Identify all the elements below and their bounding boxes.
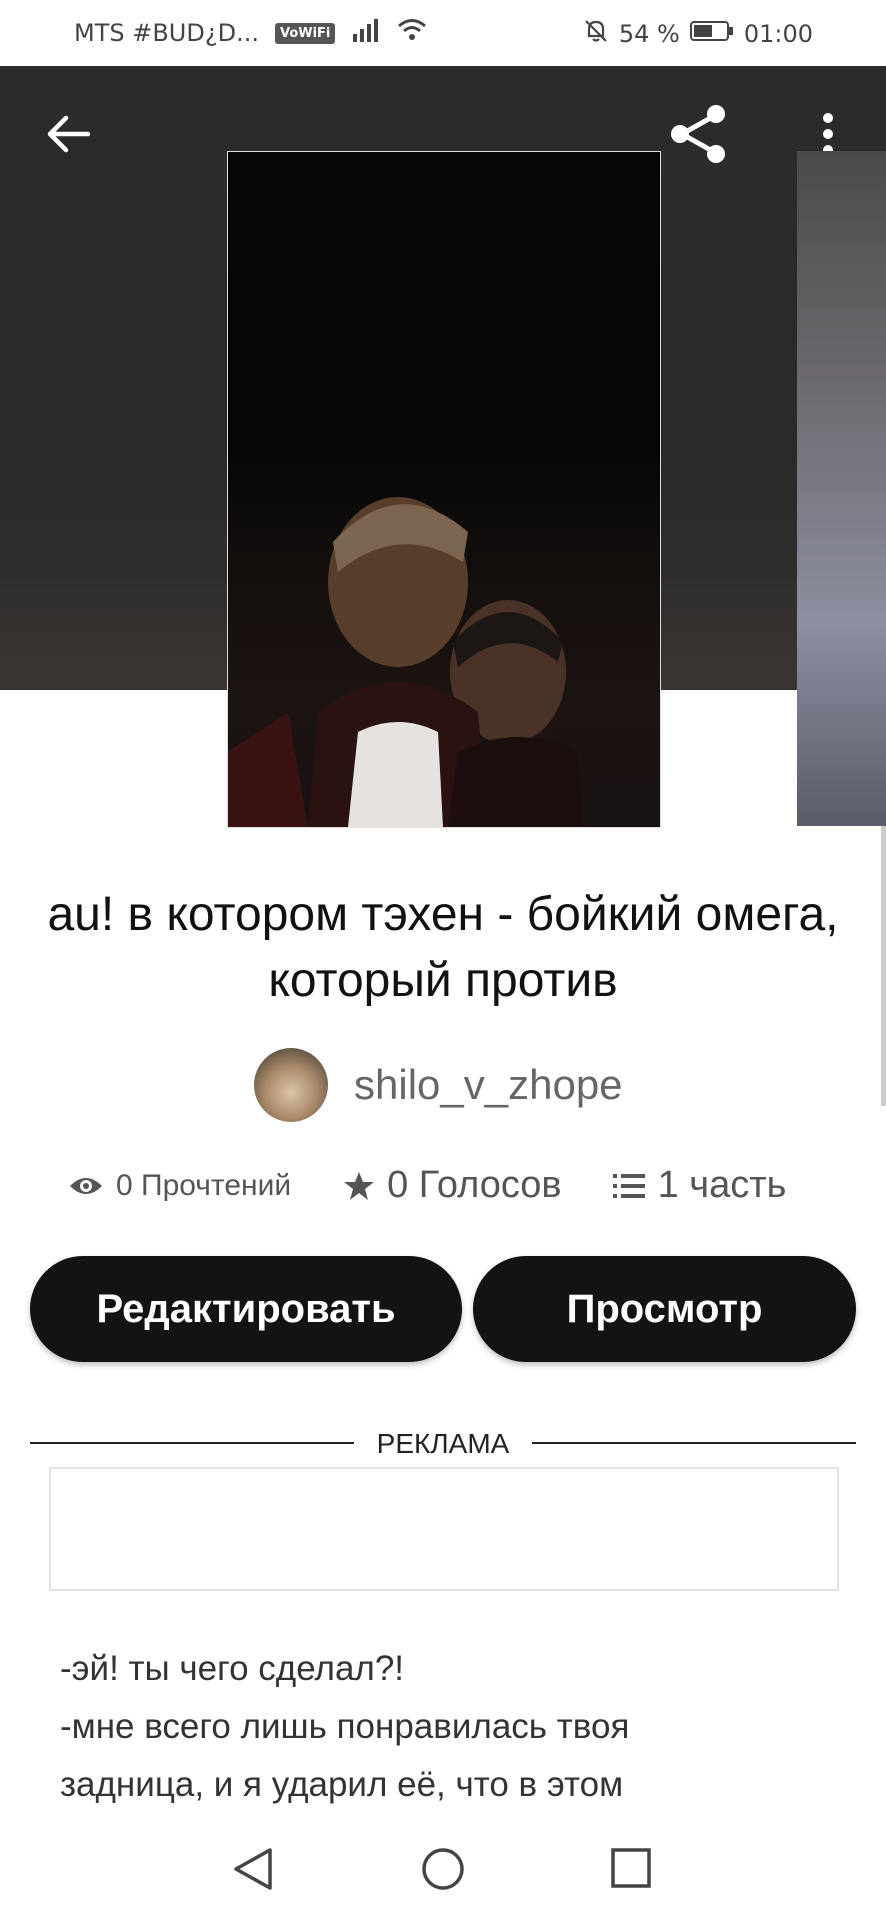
clock: 01:00 [743, 20, 813, 48]
nav-home-button[interactable] [420, 1846, 466, 1897]
system-nav-bar [0, 1816, 886, 1920]
cover-photo-silhouettes [228, 497, 583, 827]
nav-recents-button[interactable] [610, 1847, 652, 1894]
share-icon [671, 105, 725, 163]
nav-back-button[interactable] [232, 1846, 274, 1897]
reads-count: 0 Прочтений [116, 1168, 292, 1202]
divider-line-right [532, 1442, 856, 1444]
signal-icon [351, 18, 381, 48]
text-line: -мне всего лишь понравилась твоя [60, 1707, 630, 1746]
author-name[interactable]: shilo_v_zhope [354, 1061, 623, 1109]
avatar[interactable] [254, 1048, 328, 1122]
share-button[interactable] [666, 102, 730, 171]
status-bar: MTS #BUD¿D... VoWiFi 54 % 01:00 [0, 0, 886, 66]
votes-stat: 0 Голосов [343, 1164, 562, 1207]
author-row[interactable]: shilo_v_zhope [254, 1048, 623, 1122]
scrollbar[interactable] [881, 826, 886, 1106]
ad-label: РЕКЛАМА [376, 1428, 510, 1459]
edit-button[interactable]: Редактировать [30, 1256, 462, 1362]
wifi-icon [397, 18, 427, 48]
reads-stat: 0 Прочтений [68, 1169, 291, 1203]
arrow-left-icon [47, 115, 91, 153]
parts-count[interactable]: 1 часть [658, 1164, 787, 1207]
carrier-label: MTS #BUD¿D... [74, 19, 259, 47]
eye-icon [70, 1177, 102, 1194]
square-recents-icon [611, 1848, 651, 1888]
star-icon [344, 1171, 375, 1200]
text-line: задница, и я ударил её, что в этом [60, 1765, 624, 1804]
vowifi-badge: VoWiFi [274, 22, 336, 44]
story-cover-image[interactable] [227, 151, 661, 828]
triangle-back-icon [234, 1848, 272, 1890]
votes-count: 0 Голосов [387, 1164, 562, 1206]
back-button[interactable] [44, 112, 92, 161]
next-cover-image[interactable] [797, 151, 886, 826]
story-stats: 0 Прочтений 0 Голосов 1 часть [68, 1164, 828, 1207]
status-right: 54 % 01:00 [583, 18, 813, 50]
parts-stat[interactable]: 1 часть [612, 1164, 787, 1207]
text-line: -эй! ты чего сделал?! [60, 1649, 405, 1688]
status-left: MTS #BUD¿D... VoWiFi [74, 18, 427, 48]
bell-off-icon [583, 18, 609, 50]
battery-icon [689, 19, 734, 49]
story-title: au! в котором тэхен - бойкий омега, кото… [47, 888, 839, 1007]
list-icon [612, 1173, 645, 1198]
circle-home-icon [422, 1848, 464, 1890]
battery-percent: 54 % [618, 20, 680, 48]
ad-divider: РЕКЛАМА [30, 1428, 856, 1459]
view-button[interactable]: Просмотр [473, 1256, 856, 1362]
story-excerpt: -эй! ты чего сделал?! -мне всего лишь по… [60, 1640, 840, 1814]
ad-placeholder[interactable] [49, 1467, 839, 1591]
